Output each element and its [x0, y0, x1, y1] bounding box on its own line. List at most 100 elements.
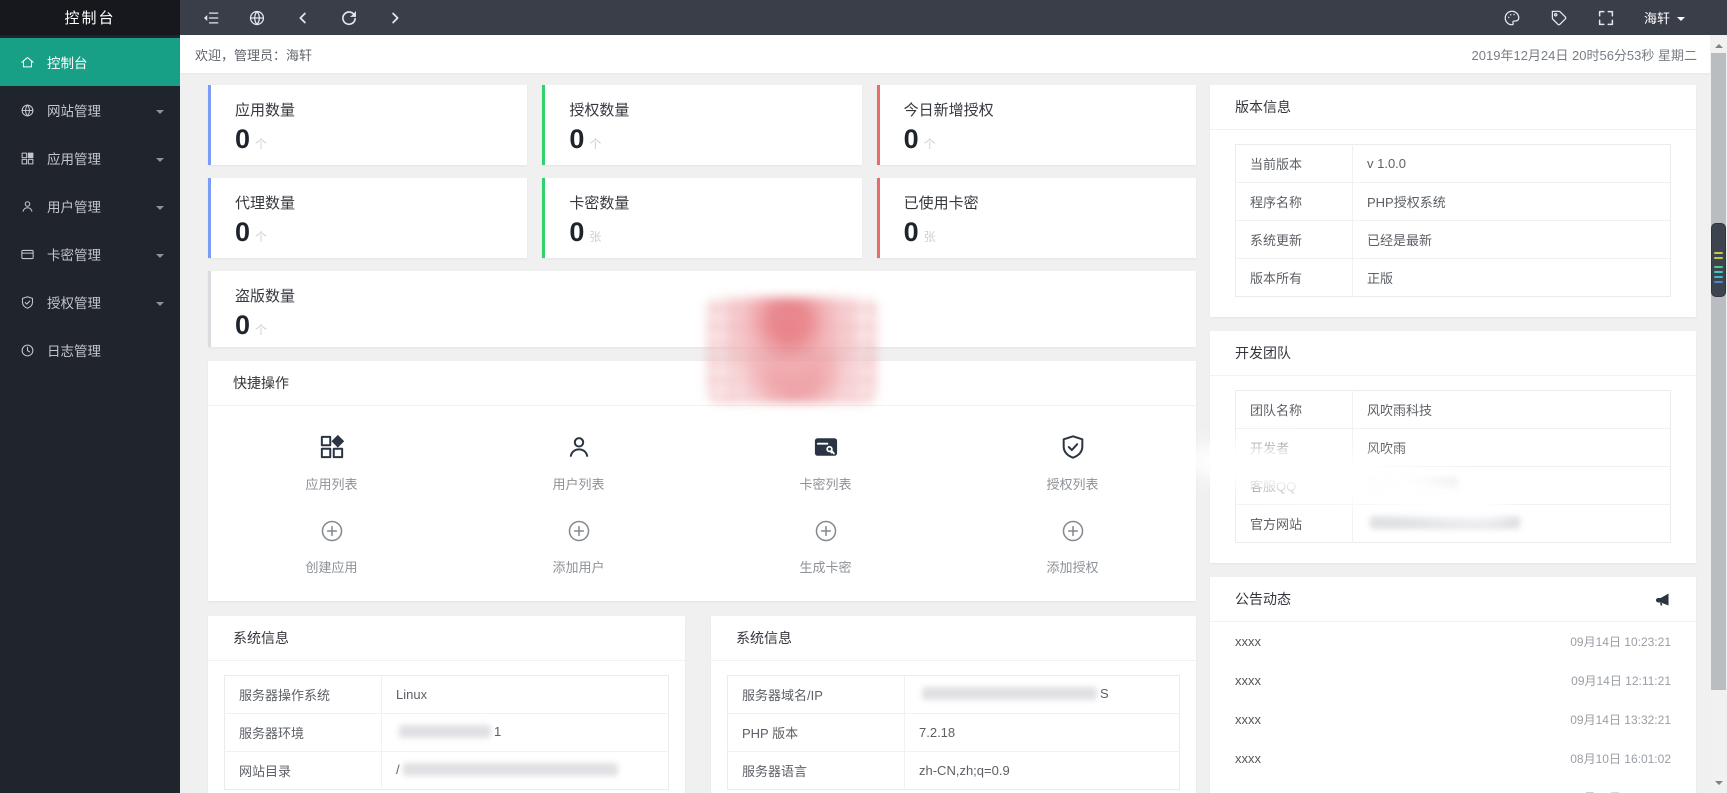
- info-row: PHP 版本 7.2.18: [727, 713, 1180, 752]
- stat-unit: 个: [255, 137, 268, 151]
- content: 应用数量 0 个 授权数量 0 个 今日新增授权 0 个 代理数量 0 个 卡密…: [180, 73, 1727, 793]
- stat-card-app-count: 应用数量 0 个: [208, 85, 528, 165]
- topbar-right-icons: 海轩: [1503, 8, 1685, 27]
- topbar-button-tag[interactable]: [1550, 9, 1568, 27]
- topbar-button-back[interactable]: [294, 9, 312, 27]
- topbar-button-refresh[interactable]: [340, 9, 358, 27]
- shield-check-icon: [1059, 433, 1087, 461]
- quick-create-row: 创建应用 添加用户 生成卡密 添加授权: [208, 518, 1196, 601]
- info-row: 版本所有 正版: [1235, 258, 1671, 297]
- announcement-text: xxxx: [1235, 634, 1261, 649]
- scrollbar-thumb[interactable]: [1711, 53, 1726, 690]
- scrollbar[interactable]: [1710, 35, 1727, 793]
- quick-link-auth-list[interactable]: 授权列表: [949, 433, 1196, 493]
- sidebar-item-cardkey[interactable]: 卡密管理: [0, 230, 180, 278]
- quick-create-add-user[interactable]: 添加用户: [455, 518, 702, 576]
- quick-create-add-auth[interactable]: 添加授权: [949, 518, 1196, 576]
- stat-label: 已使用卡密: [903, 195, 979, 212]
- announcement-time: 09月14日 12:11:21: [1571, 674, 1671, 688]
- redacted-text: [399, 724, 491, 738]
- sidebar-item-website[interactable]: 网站管理: [0, 86, 180, 134]
- sidebar-nav: 控制台 网站管理 应用管理 用户管理 卡密管理 授权管理 日志管理: [0, 35, 180, 374]
- info-label: 服务器环境: [224, 713, 382, 752]
- sidebar-item-user[interactable]: 用户管理: [0, 182, 180, 230]
- quick-link-user-list[interactable]: 用户列表: [455, 433, 702, 493]
- info-row: 服务器操作系统 Linux: [224, 675, 669, 714]
- chevron-down-icon: [156, 206, 164, 214]
- announcement-row[interactable]: xxxx 08月10日 16:01:02: [1210, 739, 1696, 778]
- chevron-right-icon: [386, 9, 404, 27]
- info-value: 7.2.18: [904, 713, 1180, 752]
- announcement-time: 08月10日 16:01:02: [1570, 752, 1671, 766]
- system-info-table: 服务器操作系统 Linux 服务器环境 1 网站目录 /: [224, 675, 669, 790]
- topbar-button-fold[interactable]: [202, 9, 220, 27]
- sidebar-item-authorization[interactable]: 授权管理: [0, 278, 180, 326]
- announcement-row[interactable]: xxxx 09月14日 13:32:21: [1210, 700, 1696, 739]
- stat-value: 0: [235, 217, 251, 247]
- stat-card-card-count: 卡密数量 0 张: [542, 178, 862, 258]
- sidebar-item-log[interactable]: 日志管理: [0, 326, 180, 374]
- info-value: zh-CN,zh;q=0.9: [919, 763, 1010, 778]
- announcement-row[interactable]: xxxx 08月10日 15:53:23: [1210, 778, 1696, 793]
- announcement-time: 09月14日 10:23:21: [1570, 635, 1671, 649]
- sidebar-title: 控制台: [0, 0, 180, 35]
- info-value: [1352, 466, 1671, 505]
- stat-label: 应用数量: [235, 102, 296, 119]
- sidebar: 控制台 控制台 网站管理 应用管理 用户管理 卡密管理 授权管理 日志管理: [0, 0, 180, 793]
- redacted-text: [1370, 515, 1520, 529]
- team-panel: 开发团队 团队名称 风吹雨科技 开发者 风吹雨 客服QQ 官方网站: [1210, 331, 1696, 563]
- stat-label: 盗版数量: [235, 288, 296, 305]
- info-label: 官方网站: [1235, 504, 1353, 543]
- topbar-button-forward[interactable]: [386, 9, 404, 27]
- card-key-icon: [812, 433, 840, 461]
- scroll-down-button[interactable]: [1710, 776, 1727, 790]
- quick-create-create-app[interactable]: 创建应用: [208, 518, 455, 576]
- sidebar-item-application[interactable]: 应用管理: [0, 134, 180, 182]
- system-info-table: 服务器域名/IP S PHP 版本 7.2.18 服务器语言 zh-CN,zh;…: [727, 675, 1180, 790]
- info-value: v 1.0.0: [1352, 144, 1671, 183]
- plus-circle-icon: [1060, 518, 1086, 544]
- stat-card-used-card: 已使用卡密 0 张: [876, 178, 1196, 258]
- redacted-text: [1370, 477, 1458, 491]
- version-table: 当前版本 v 1.0.0 程序名称 PHP授权系统 系统更新 已经是最新 版本所…: [1235, 144, 1671, 297]
- announcement-row[interactable]: xxxx 09月14日 12:11:21: [1210, 661, 1696, 700]
- shield-check-icon: [20, 295, 35, 310]
- stat-value: 0: [235, 310, 251, 340]
- quick-create-gen-card[interactable]: 生成卡密: [702, 518, 949, 576]
- sidebar-item-console[interactable]: 控制台: [0, 38, 180, 86]
- user-menu[interactable]: 海轩: [1644, 8, 1685, 27]
- system-info-panel-left: 系统信息 服务器操作系统 Linux 服务器环境 1 网站目录 /: [208, 616, 685, 793]
- scrollbar-marker: [1711, 223, 1726, 297]
- announcement-text: xxxx: [1235, 673, 1261, 688]
- announcement-row[interactable]: xxxx 09月14日 10:23:21: [1210, 622, 1696, 661]
- panel-title: 系统信息: [711, 616, 1196, 661]
- info-label: 服务器语言: [727, 751, 905, 790]
- topbar-button-site[interactable]: [248, 9, 266, 27]
- scroll-up-button[interactable]: [1710, 38, 1727, 52]
- globe-icon: [248, 9, 266, 27]
- topbar-button-fullscreen[interactable]: [1597, 9, 1615, 27]
- info-label: 版本所有: [1235, 258, 1353, 297]
- panel-title: 快捷操作: [208, 361, 1196, 406]
- stat-value: 0: [903, 217, 919, 247]
- tag-icon: [1550, 9, 1568, 27]
- info-row: 网站目录 /: [224, 751, 669, 790]
- quick-links-row: 应用列表 用户列表 卡密列表 授权列表: [208, 406, 1196, 518]
- topbar-button-theme[interactable]: [1503, 9, 1521, 27]
- chevron-down-icon: [156, 302, 164, 310]
- info-value: PHP授权系统: [1352, 182, 1671, 221]
- info-value: Linux: [381, 675, 669, 714]
- stats-grid: 应用数量 0 个 授权数量 0 个 今日新增授权 0 个 代理数量 0 个 卡密…: [208, 85, 1196, 347]
- quick-link-app-list[interactable]: 应用列表: [208, 433, 455, 493]
- version-panel: 版本信息 当前版本 v 1.0.0 程序名称 PHP授权系统 系统更新 已经是最…: [1210, 85, 1696, 317]
- announcement-time: 08月10日 15:53:23: [1570, 789, 1671, 793]
- info-value: [1353, 505, 1671, 543]
- info-label: PHP 版本: [727, 713, 905, 752]
- plus-circle-icon: [319, 518, 345, 544]
- quick-link-card-list[interactable]: 卡密列表: [702, 433, 949, 493]
- stat-value: 0: [569, 217, 585, 247]
- right-column: 版本信息 当前版本 v 1.0.0 程序名称 PHP授权系统 系统更新 已经是最…: [1210, 85, 1696, 793]
- chevron-down-icon: [156, 110, 164, 118]
- info-row: 服务器语言 zh-CN,zh;q=0.9: [727, 751, 1180, 790]
- info-value: 风吹雨科技: [1352, 390, 1671, 429]
